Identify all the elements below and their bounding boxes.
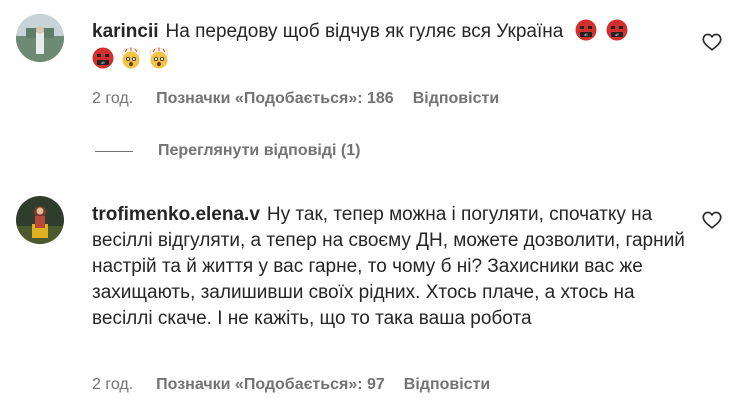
replies-divider-line: [95, 150, 133, 152]
view-replies-label: Переглянути відповіді (1): [158, 142, 361, 159]
svg-text:#!: #!: [584, 32, 587, 37]
avatar-trofimenko[interactable]: [16, 196, 64, 244]
face-with-symbols-on-mouth-icon: #!: [575, 19, 597, 41]
view-replies-button[interactable]: Переглянути відповіді (1): [95, 142, 360, 160]
comment-username[interactable]: trofimenko.elena.v: [92, 204, 260, 225]
face-with-symbols-on-mouth-icon: #!: [606, 19, 628, 41]
exploding-head-icon: [121, 47, 141, 69]
comment-text: На передову щоб відчув як гуляє вся Укра…: [165, 21, 564, 42]
comment-body: karinciі На передову щоб відчув як гуляє …: [92, 19, 692, 69]
avatar-image: [16, 14, 64, 62]
exploding-head-icon: [149, 47, 169, 69]
reply-button[interactable]: Відповісти: [404, 376, 490, 394]
comment-meta: 2 год. Позначки «Подобається»: 97 Відпов…: [92, 376, 490, 394]
svg-text:#!: #!: [615, 32, 618, 37]
emoji-row: #!: [92, 47, 692, 69]
avatar-image: [16, 196, 64, 244]
avatar-karincii[interactable]: [16, 14, 64, 62]
likes-count[interactable]: Позначки «Подобається»: 97: [156, 376, 385, 394]
svg-text:#!: #!: [101, 60, 104, 65]
comment-username[interactable]: karinciі: [92, 21, 159, 42]
comment-meta: 2 год. Позначки «Подобається»: 186 Відпо…: [92, 90, 499, 108]
likes-count[interactable]: Позначки «Подобається»: 186: [156, 90, 394, 108]
reply-button[interactable]: Відповісти: [413, 90, 499, 108]
heart-outline-icon[interactable]: [701, 31, 723, 53]
comment-body: trofimenko.elena.v Ну так, тепер можна і …: [92, 202, 692, 332]
comment-time[interactable]: 2 год.: [92, 90, 133, 108]
heart-outline-icon[interactable]: [701, 209, 723, 231]
face-with-symbols-on-mouth-icon: #!: [92, 47, 114, 69]
comment-time[interactable]: 2 год.: [92, 376, 133, 394]
